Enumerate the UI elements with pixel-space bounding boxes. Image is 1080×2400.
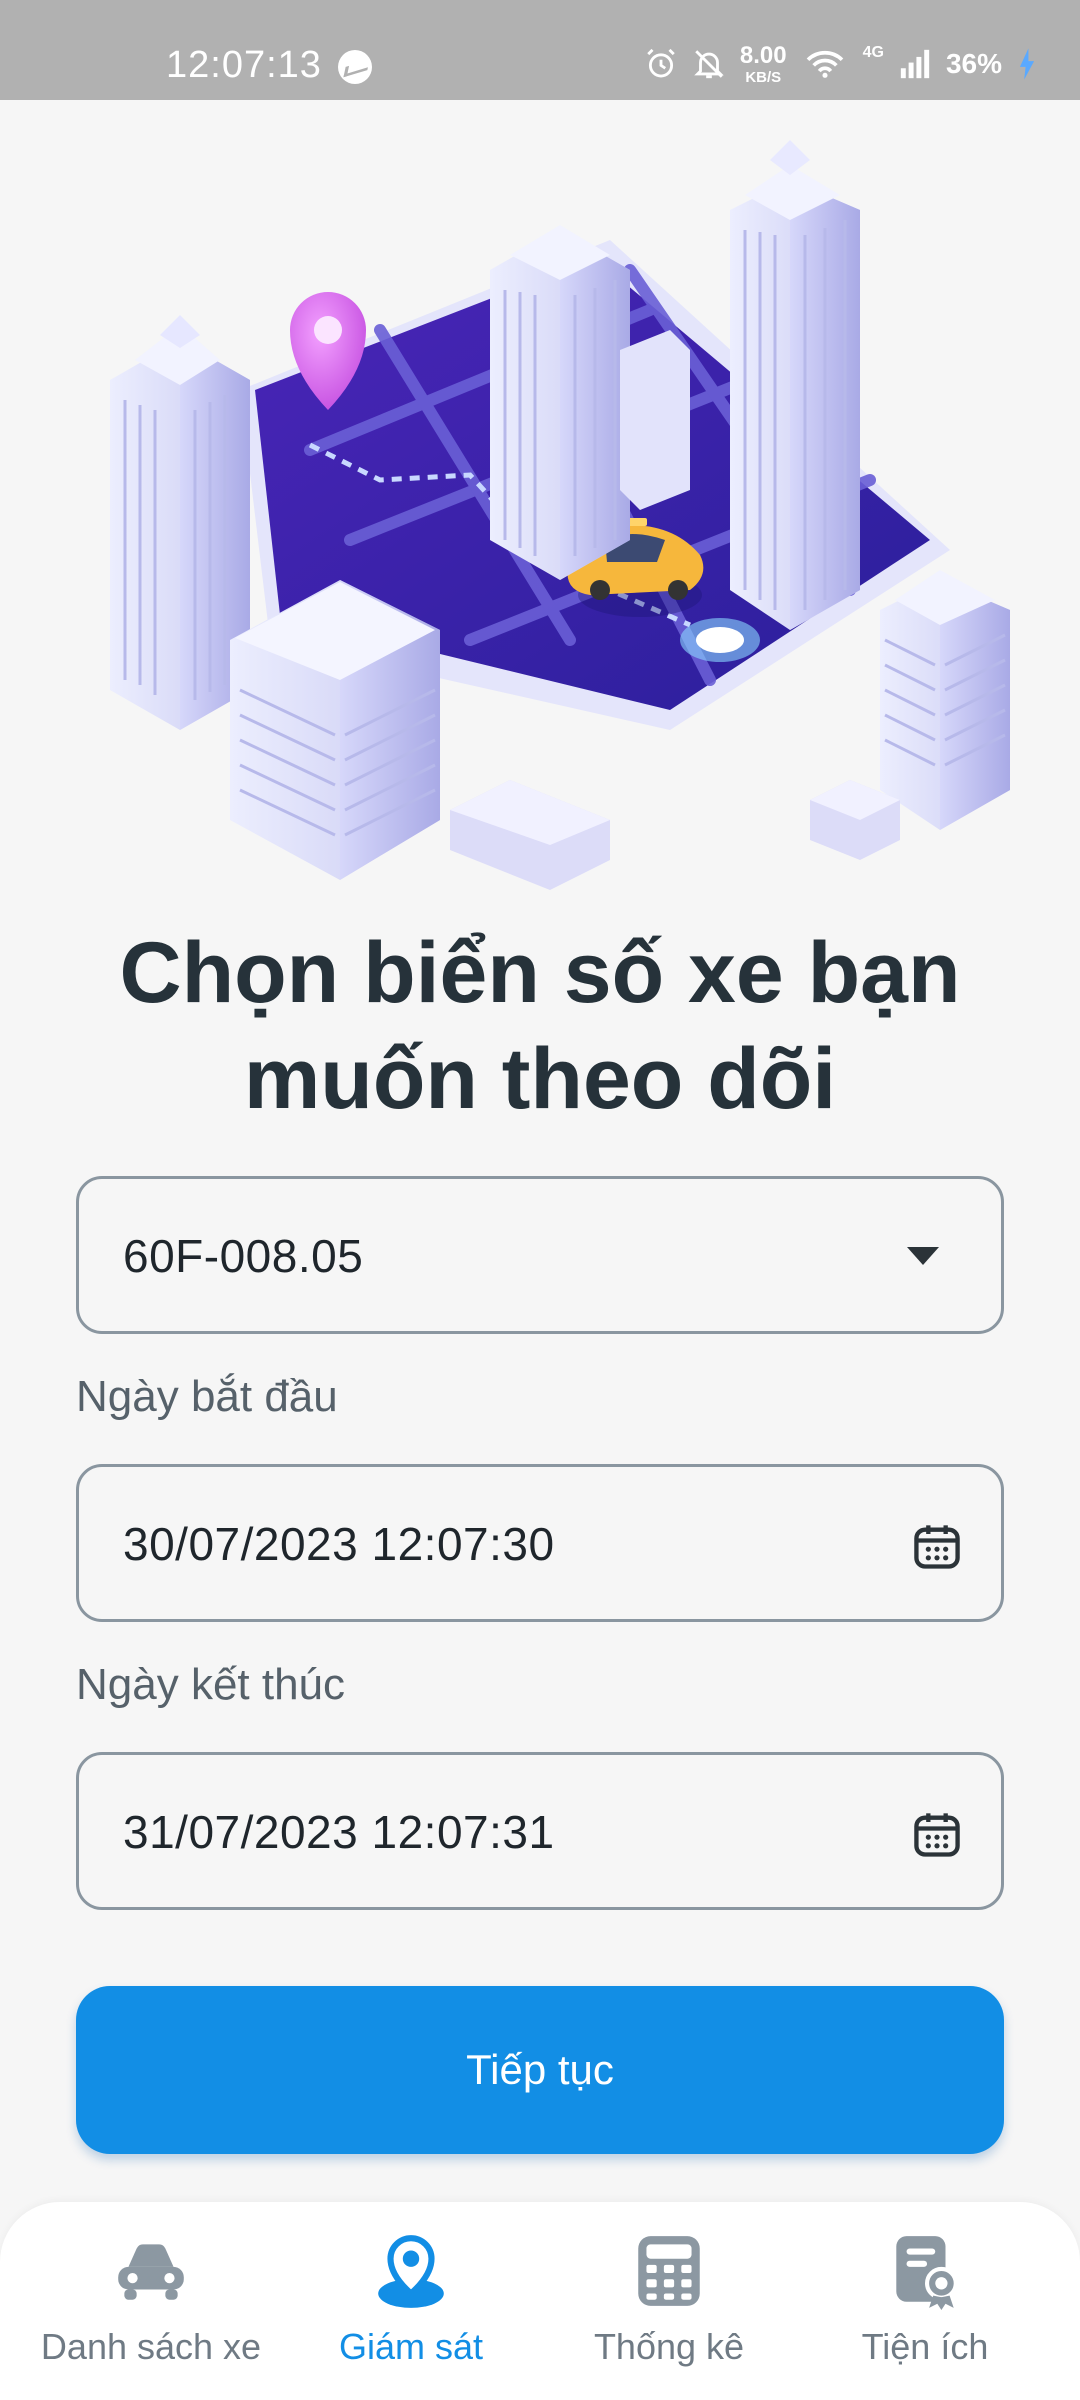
nav-item-monitoring[interactable]: Giám sát	[276, 2230, 546, 2380]
alarm-icon	[647, 48, 675, 78]
signal-icon	[900, 49, 930, 79]
network-speed-value: 8.00	[739, 41, 787, 69]
chevron-down-icon	[907, 1247, 939, 1265]
network-type: 4G	[862, 44, 884, 61]
page-title: Chọn biển số xe bạn muốn theo dõi	[119, 925, 961, 1127]
certificate-icon	[896, 2236, 958, 2310]
calendar-icon[interactable]	[911, 1521, 963, 1573]
city-map-illustration	[110, 140, 1010, 890]
start-date-value: 30/07/2023 12:07:30	[123, 1518, 555, 1570]
nav-label-vehicle-list: Danh sách xe	[40, 2326, 262, 2367]
continue-button[interactable]: Tiếp tục	[76, 1986, 1004, 2154]
charging-icon	[1019, 48, 1035, 80]
nav-label-monitoring: Giám sát	[338, 2326, 484, 2367]
network-speed: 8.00 KB/S	[739, 41, 787, 86]
status-icons: 8.00 KB/S 4G 36%	[644, 40, 1038, 88]
status-time: 12:07:13	[166, 44, 322, 86]
end-date-field[interactable]: 31/07/2023 12:07:31	[76, 1752, 1004, 1910]
location-pin-icon	[378, 2235, 444, 2308]
network-speed-unit: KB/S	[745, 68, 782, 86]
start-date-label: Ngày bắt đầu	[76, 1372, 338, 1421]
nav-item-utilities[interactable]: Tiện ích	[790, 2230, 1060, 2380]
status-bar: 12:07:13 8.00 KB/S 4G 36%	[0, 0, 1080, 100]
start-date-field[interactable]: 30/07/2023 12:07:30	[76, 1464, 1004, 1622]
wifi-icon	[806, 50, 843, 78]
vehicle-plate-select[interactable]: 60F-008.05	[76, 1176, 1004, 1334]
nav-label-utilities: Tiện ích	[861, 2326, 989, 2367]
vehicle-plate-value: 60F-008.05	[123, 1230, 364, 1282]
calculator-icon	[638, 2236, 700, 2306]
nav-item-statistics[interactable]: Thống kê	[534, 2230, 804, 2380]
battery-percent: 36%	[945, 48, 1002, 79]
end-date-label: Ngày kết thúc	[76, 1660, 346, 1709]
end-date-value: 31/07/2023 12:07:31	[123, 1806, 555, 1858]
nav-label-statistics: Thống kê	[593, 2326, 745, 2367]
bell-off-icon	[694, 50, 724, 79]
bottom-navigation: Danh sách xe Giám sát Thống kê Tiện ích	[0, 2202, 1080, 2400]
calendar-icon[interactable]	[911, 1809, 963, 1861]
car-icon	[118, 2244, 184, 2300]
messenger-icon	[338, 50, 372, 84]
nav-item-vehicle-list[interactable]: Danh sách xe	[16, 2230, 286, 2380]
